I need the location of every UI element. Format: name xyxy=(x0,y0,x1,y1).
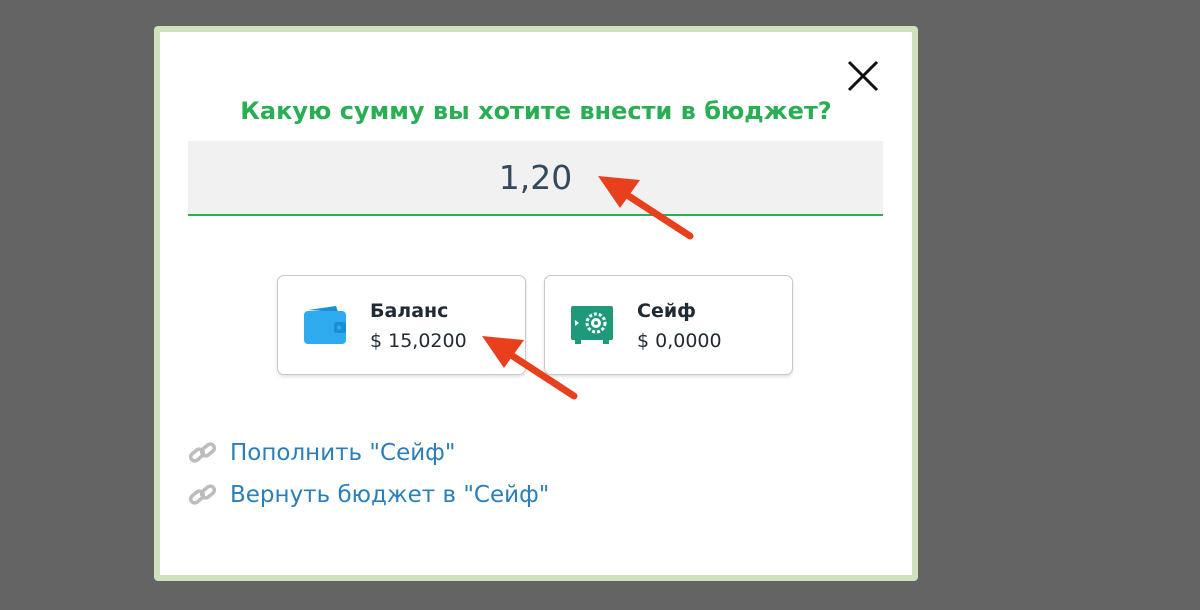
source-name: Баланс xyxy=(370,300,449,322)
dialog-title: Какую сумму вы хотите внести в бюджет? xyxy=(240,97,832,125)
wallet-icon xyxy=(304,306,346,344)
link-icon xyxy=(188,442,217,463)
source-name: Сейф xyxy=(637,300,696,322)
link-label[interactable]: Пополнить "Сейф" xyxy=(230,440,455,466)
amount-input[interactable] xyxy=(188,141,883,216)
source-card-balance[interactable]: Баланс $ 15,0200 xyxy=(277,275,526,375)
top-up-safe-link[interactable]: Пополнить "Сейф" xyxy=(188,437,455,469)
source-amount: $ 0,0000 xyxy=(637,330,722,352)
link-icon xyxy=(188,484,217,505)
link-label[interactable]: Вернуть бюджет в "Сейф" xyxy=(230,482,549,508)
safe-icon xyxy=(571,306,613,344)
budget-dialog: Какую сумму вы хотите внести в бюджет? Б… xyxy=(154,26,918,581)
source-card-safe[interactable]: Сейф $ 0,0000 xyxy=(544,275,793,375)
close-icon[interactable] xyxy=(845,58,881,94)
source-amount: $ 15,0200 xyxy=(370,330,467,352)
return-budget-link[interactable]: Вернуть бюджет в "Сейф" xyxy=(188,479,549,511)
